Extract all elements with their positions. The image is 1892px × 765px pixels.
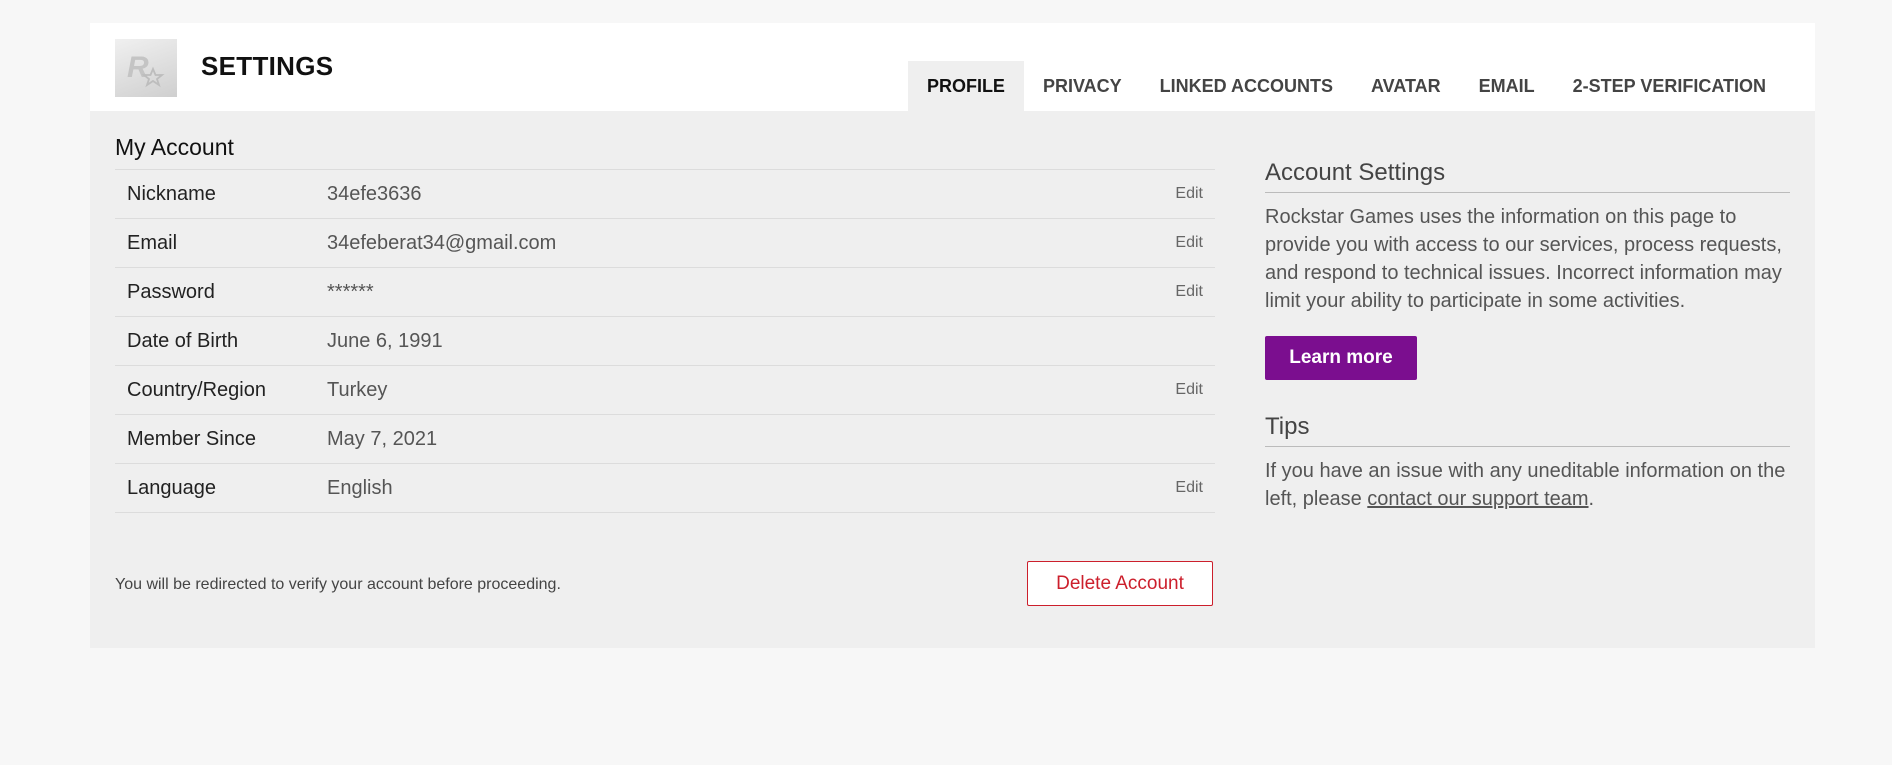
row-label: Country/Region xyxy=(127,378,266,401)
delete-account-button[interactable]: Delete Account xyxy=(1027,561,1213,606)
page-title: SETTINGS xyxy=(201,51,334,81)
row-value: English xyxy=(327,476,393,499)
tab-linked-accounts[interactable]: LINKED ACCOUNTS xyxy=(1141,61,1352,111)
account-row-password: Password ****** Edit xyxy=(115,268,1215,318)
settings-card: R SETTINGS PROFILE PRIVACY LINKED ACCOUN… xyxy=(90,23,1815,648)
row-label: Nickname xyxy=(127,182,216,205)
tips-title: Tips xyxy=(1265,413,1790,447)
tab-2-step-verification[interactable]: 2-STEP VERIFICATION xyxy=(1554,61,1785,111)
row-value: 34efeberat34@gmail.com xyxy=(327,231,557,254)
edit-language-link[interactable]: Edit xyxy=(1175,479,1203,497)
row-value: ****** xyxy=(327,280,374,303)
row-value: June 6, 1991 xyxy=(327,329,443,352)
row-label: Member Since xyxy=(127,427,256,450)
edit-password-link[interactable]: Edit xyxy=(1175,283,1203,301)
settings-header: R SETTINGS PROFILE PRIVACY LINKED ACCOUN… xyxy=(90,23,1815,111)
account-row-email: Email 34efeberat34@gmail.com Edit xyxy=(115,219,1215,269)
account-settings-sidebar: Account Settings Rockstar Games uses the… xyxy=(1265,159,1790,513)
row-label: Password xyxy=(127,280,215,303)
tab-profile[interactable]: PROFILE xyxy=(907,61,1024,111)
account-settings-description: Rockstar Games uses the information on t… xyxy=(1265,205,1782,312)
my-account-section: My Account Nickname 34efe3636 Edit Email… xyxy=(115,134,1215,514)
row-label: Date of Birth xyxy=(127,329,239,352)
edit-email-link[interactable]: Edit xyxy=(1175,234,1203,252)
contact-support-link[interactable]: contact our support team xyxy=(1367,488,1588,510)
edit-nickname-link[interactable]: Edit xyxy=(1175,185,1203,203)
tab-avatar[interactable]: AVATAR xyxy=(1352,61,1460,111)
rockstar-logo-icon[interactable]: R xyxy=(115,39,177,97)
account-row-member-since: Member Since May 7, 2021 xyxy=(115,415,1215,465)
row-value: 34efe3636 xyxy=(327,182,422,205)
account-row-date-of-birth: Date of Birth June 6, 1991 xyxy=(115,317,1215,367)
edit-country-region-link[interactable]: Edit xyxy=(1175,381,1203,399)
account-row-nickname: Nickname 34efe3636 Edit xyxy=(115,170,1215,220)
row-label: Email xyxy=(127,231,178,254)
redirect-note: You will be redirected to verify your ac… xyxy=(115,576,561,593)
tab-email[interactable]: EMAIL xyxy=(1460,61,1554,111)
row-value: May 7, 2021 xyxy=(327,427,438,450)
account-row-language: Language English Edit xyxy=(115,464,1215,514)
svg-text:R: R xyxy=(127,51,149,84)
tips-text: If you have an issue with any uneditable… xyxy=(1265,457,1790,513)
row-label: Language xyxy=(127,476,216,499)
account-settings-title: Account Settings xyxy=(1265,159,1790,193)
my-account-title: My Account xyxy=(115,134,234,160)
account-details-list: Nickname 34efe3636 Edit Email 34efeberat… xyxy=(115,169,1215,514)
tips-text-after: . xyxy=(1588,487,1595,510)
learn-more-button[interactable]: Learn more xyxy=(1265,335,1417,380)
row-value: Turkey xyxy=(327,378,388,401)
settings-tabs: PROFILE PRIVACY LINKED ACCOUNTS AVATAR E… xyxy=(907,61,1785,111)
account-row-country-region: Country/Region Turkey Edit xyxy=(115,366,1215,416)
tab-privacy[interactable]: PRIVACY xyxy=(1024,61,1141,111)
